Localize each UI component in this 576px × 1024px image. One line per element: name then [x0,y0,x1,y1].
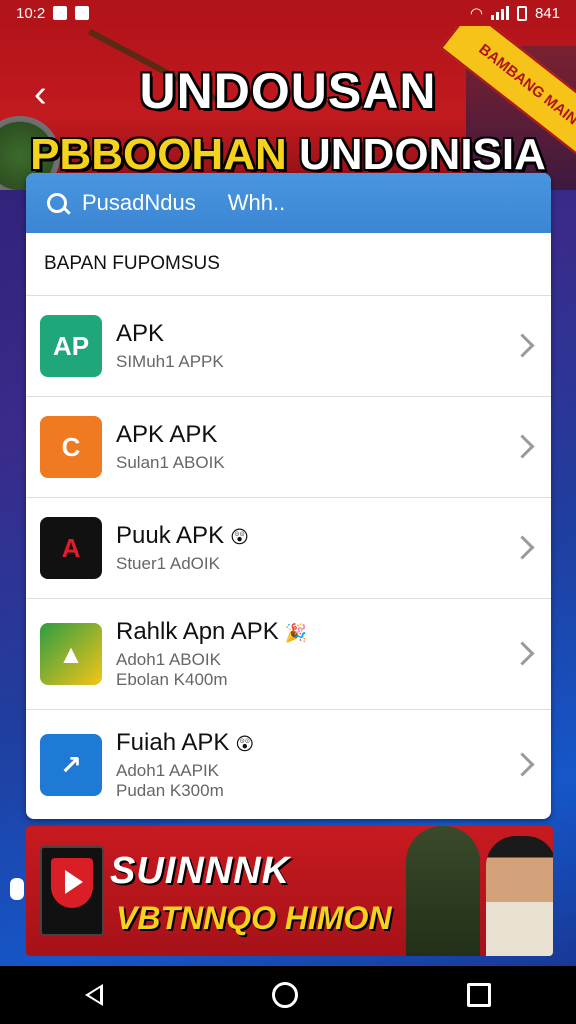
nav-back-icon[interactable] [84,984,103,1006]
app-subtitle: Adoh1 AAPIK [116,761,220,780]
app-icon: A [40,517,102,579]
app-name-wrap: Puuk APK 😲 [116,522,249,550]
ad-person-guitar-image [406,826,480,956]
search-tab[interactable]: Whh.. [228,190,285,216]
app-name: APK [116,320,165,347]
app-list-card: PusadNdus Whh.. BAPAN FUPOMSUS AP APK SI… [26,173,551,819]
list-item[interactable]: ↗ Fuiah APK 😲 Adoh1 AAPIK Pudan K300m [26,710,551,819]
chevron-right-icon [510,641,535,666]
app-subtitle: Adoh1 ABOIK [116,650,221,669]
banner-subtitle-part2: UNDONISIA [299,130,546,179]
signal-icon [490,6,509,20]
ad-subheadline: VBTNNQO HIMON [116,900,392,936]
nav-home-icon[interactable] [271,982,298,1008]
emoji-icon: 🎉 [284,623,308,643]
notification-icon [53,6,68,20]
emoji-icon: 😲 [235,734,255,754]
search-input[interactable]: PusadNdus [82,190,196,216]
app-notification-icon [75,6,90,20]
chevron-right-icon [510,333,535,358]
ad-banner[interactable]: SUINNNK VBTNNQO HIMON [26,826,553,956]
app-subtitle: Sulan1 ABOIK [116,453,225,472]
app-size: Ebolan K400m [116,670,228,689]
list-item[interactable]: C APK APK Sulan1 ABOIK [26,397,551,498]
navigation-bar [0,966,576,1024]
wifi-icon: ◠ [469,5,483,22]
decorative-blob [10,878,24,900]
chevron-right-icon [510,535,535,560]
status-battery-text: 841 [534,4,560,22]
app-icon: AP [40,315,102,377]
search-icon[interactable] [46,192,71,215]
banner-subtitle-part1: PBBOOHAN [30,130,287,179]
battery-icon [516,5,527,21]
app-name-wrap: Rahlk Apn APK 🎉 [116,618,307,646]
app-name-wrap: Fuiah APK 😲 [116,729,254,757]
status-time: 10:2 [16,4,46,22]
status-bar: 10:2 ◠ 841 [0,0,576,26]
app-name: Puuk APK [116,522,225,549]
chevron-right-icon [510,434,535,459]
chevron-right-icon [510,752,535,777]
app-name: Fuiah APK [116,729,230,756]
section-title: BAPAN FUPOMSUS [26,233,551,296]
app-icon: ▲ [40,623,102,685]
list-item[interactable]: A Puuk APK 😲 Stuer1 AdOIK [26,498,551,599]
app-subtitle: SIMuh1 APPK [116,352,224,371]
nav-recents-icon[interactable] [467,983,492,1007]
list-item[interactable]: ▲ Rahlk Apn APK 🎉 Adoh1 ABOIK Ebolan K400… [26,599,551,710]
list-item[interactable]: AP APK SIMuh1 APPK [26,296,551,397]
app-subtitle: Stuer1 AdOIK [116,554,220,573]
app-icon: C [40,416,102,478]
ad-headline: SUINNNK [110,850,291,892]
app-name: APK APK [116,421,218,448]
emoji-icon: 😲 [230,527,249,547]
app-size: Pudan K300m [116,781,224,800]
ad-person-image [486,836,553,956]
app-icon: ↗ [40,734,102,796]
app-name: Rahlk Apn APK [116,618,279,645]
search-bar[interactable]: PusadNdus Whh.. [26,173,551,233]
shield-play-icon [40,846,104,936]
header-banner: ‹ UNDOUSAN PBBOOHAN UNDONISIA BAMBANG MA… [0,26,576,190]
